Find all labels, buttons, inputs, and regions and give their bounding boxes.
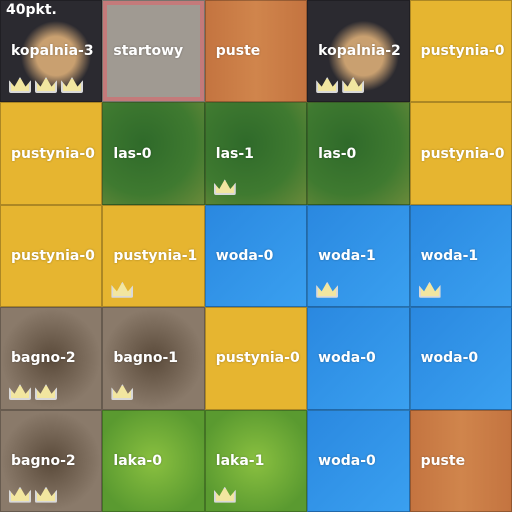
tile-las: las-1 [204,102,308,205]
crown-icon [342,77,365,93]
tile-label: woda-1 [318,247,376,264]
tile-pustynia: pustynia-0 [409,0,512,103]
crown-icon [35,486,57,503]
tile-label: pustynia-0 [215,350,300,367]
tile-bagno: bagno-2 [0,409,103,512]
tile-label: woda-0 [318,452,376,469]
crown-icon [213,179,236,196]
tile-label: las-0 [318,145,357,162]
tile-label: puste [420,452,466,469]
tile-pustynia: pustynia-0 [409,102,512,205]
score-label: 40pkt. [6,2,57,18]
tile-pustynia: pustynia-0 [0,204,103,308]
tile-woda: woda-0 [409,307,512,410]
tile-label: startowy [113,43,184,60]
tile-label: las-1 [215,145,254,162]
tile-label: bagno-2 [11,452,76,469]
tile-woda: woda-0 [307,307,410,410]
tile-label: woda-0 [420,350,479,367]
tile-woda: woda-1 [409,204,512,308]
crown-icon [111,281,134,298]
tile-las: las-0 [307,102,410,205]
tile-woda: woda-1 [307,204,410,308]
tile-label: woda-1 [420,247,479,264]
tile-puste: puste [409,409,512,512]
tile-label: bagno-1 [113,350,179,367]
crown-icon [35,77,57,93]
tile-label: bagno-2 [11,350,76,367]
tile-kopalnia: kopalnia-2 [307,0,410,103]
tile-laka: laka-1 [204,409,308,512]
crown-icon [9,77,31,93]
tile-pustynia: pustynia-0 [204,307,308,410]
tile-startowy: startowy [102,0,205,103]
tile-label: kopalnia-3 [11,43,94,60]
crown-icon [35,384,57,401]
crown-icon [61,77,83,93]
tile-puste: puste [204,0,308,103]
tile-label: las-0 [113,145,152,162]
tile-label: laka-1 [215,452,265,469]
tile-bagno: bagno-1 [102,307,205,410]
tile-label: pustynia-0 [11,145,95,162]
crown-icon [316,281,339,298]
crown-icon [418,281,441,298]
tile-pustynia: pustynia-1 [102,204,205,308]
tile-label: puste [215,43,261,60]
tile-label: pustynia-0 [420,43,505,60]
tile-label: laka-0 [113,452,162,469]
tile-laka: laka-0 [102,409,205,512]
kingdom-board: kopalnia-3 startowy puste kopalnia-2 pustyni… [0,0,512,512]
tile-las: las-0 [102,102,205,205]
tile-label: pustynia-0 [420,145,505,162]
tile-bagno: bagno-2 [0,307,103,410]
tile-label: woda-0 [318,350,376,367]
tile-woda: woda-0 [307,409,410,512]
tile-pustynia: pustynia-0 [0,102,103,205]
crown-icon [213,486,236,503]
tile-label: pustynia-1 [113,247,198,264]
crown-icon [316,77,339,93]
crown-icon [9,486,31,503]
crown-icon [111,384,134,401]
tile-label: kopalnia-2 [318,43,401,60]
tile-label: pustynia-0 [11,247,95,264]
crown-icon [9,384,31,401]
tile-woda: woda-0 [204,204,308,308]
tile-label: woda-0 [215,247,274,264]
